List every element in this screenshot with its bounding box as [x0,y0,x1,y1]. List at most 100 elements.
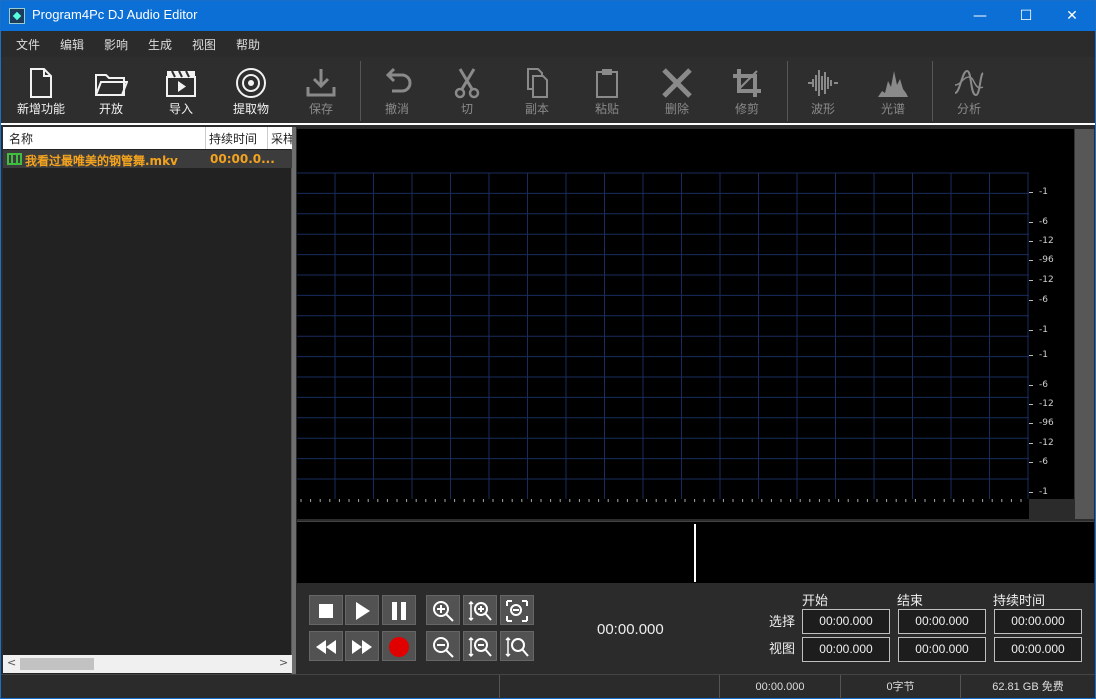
db-label: -1 [1039,325,1048,335]
close-button[interactable]: ✕ [1049,1,1095,31]
panel-splitter[interactable] [292,127,296,674]
analysis-button[interactable]: 分析 [935,63,1003,119]
zoom-in-horizontal-button[interactable] [426,595,460,625]
spectrum-button[interactable]: 光谱 [859,63,927,119]
play-button[interactable] [345,595,379,625]
analysis-curve-icon [954,69,984,97]
vertical-scrollbar[interactable] [1075,129,1094,519]
db-tick [1029,300,1033,301]
column-duration[interactable]: 持续时间 [209,130,257,147]
scroll-left-icon[interactable]: < [7,656,16,669]
app-window: Program4Pc DJ Audio Editor — ☐ ✕ 文件 编辑 影… [0,0,1096,699]
disc-icon [236,68,266,98]
selection-end-field[interactable]: 00:00.000 [898,609,986,634]
pause-button[interactable] [382,595,416,625]
copy-button[interactable]: 副本 [503,63,571,119]
extract-button[interactable]: 提取物 [217,63,285,119]
zoom-full-button[interactable] [500,631,534,661]
db-label: -6 [1039,295,1048,305]
status-free-space: 62.81 GB 免费 [960,675,1095,699]
time-ruler [297,499,1029,519]
zoom-in-icon [433,601,454,622]
scroll-right-icon[interactable]: > [279,656,288,669]
db-label: -12 [1039,275,1054,285]
stop-button[interactable] [309,595,343,625]
stop-icon [319,604,333,618]
overview-timeline[interactable] [297,521,1094,583]
db-tick [1029,355,1033,356]
status-time: 00:00.000 [719,675,840,699]
zoom-out-vertical-button[interactable] [463,631,497,661]
start-header: 开始 [802,594,829,609]
selection-start-field[interactable]: 00:00.000 [802,609,890,634]
cut-button[interactable]: 切 [433,63,501,119]
waveform-display[interactable] [297,129,1029,499]
menu-view[interactable]: 视图 [192,36,216,53]
new-button[interactable]: 新增功能 [7,63,75,119]
db-label: -1 [1039,487,1048,497]
title-bar[interactable]: Program4Pc DJ Audio Editor — ☐ ✕ [1,1,1095,31]
zoom-fit-button[interactable] [500,595,534,625]
save-button[interactable]: 保存 [287,63,355,119]
waveform-grid [297,172,1029,499]
record-button[interactable] [382,631,416,661]
zoom-out-icon [433,637,454,658]
rewind-button[interactable] [309,631,343,661]
playback-cursor[interactable] [694,524,696,582]
column-sample[interactable]: 采样 [271,130,292,147]
download-icon [306,69,336,97]
pause-icon [392,602,406,620]
menu-help[interactable]: 帮助 [236,36,260,53]
db-tick [1029,260,1033,261]
trim-button[interactable]: 修剪 [713,63,781,119]
db-label: -12 [1039,236,1054,246]
zoom-in-vertical-icon [468,600,492,622]
view-start-field[interactable]: 00:00.000 [802,637,890,662]
waveform-button[interactable]: 波形 [789,63,857,119]
db-tick [1029,492,1033,493]
column-divider[interactable] [205,127,206,149]
spectrum-icon [878,71,908,97]
column-name[interactable]: 名称 [9,130,33,147]
current-position: 00:00.000 [597,621,664,638]
db-label: -1 [1039,187,1048,197]
zoom-out-horizontal-button[interactable] [426,631,460,661]
undo-button[interactable]: 撤消 [363,63,431,119]
selection-label: 选择 [769,615,796,630]
db-label: -12 [1039,399,1054,409]
record-icon [389,637,409,657]
minimize-button[interactable]: — [957,1,1003,31]
file-list-row[interactable]: 我看过最唯美的钢管舞.mkv 00:00.0... [3,150,292,168]
menu-file[interactable]: 文件 [16,36,40,53]
db-label: -96 [1039,255,1054,265]
delete-button[interactable]: 删除 [643,63,711,119]
zoom-out-vertical-icon [468,636,492,658]
open-button[interactable]: 开放 [77,63,145,119]
window-title: Program4Pc DJ Audio Editor [32,7,198,22]
db-tick [1029,423,1033,424]
horizontal-scrollbar[interactable]: < > [3,655,292,673]
status-bytes: 0字节 [840,675,960,699]
file-list-header: 名称 持续时间 采样 [3,127,292,149]
transport-panel: 00:00.000 开始 结束 持续时间 选择 视图 00:00.000 00:… [297,585,1094,673]
view-end-field[interactable]: 00:00.000 [898,637,986,662]
fast-forward-button[interactable] [345,631,379,661]
selection-duration-field[interactable]: 00:00.000 [994,609,1082,634]
view-label: 视图 [769,642,796,657]
view-duration-field[interactable]: 00:00.000 [994,637,1082,662]
scrollbar-thumb[interactable] [20,658,94,670]
video-file-icon [7,153,22,165]
toolbar: 新增功能 开放 导入 提取物 保存 撤消 切 副本 粘贴 删除 修剪 波形 光谱… [1,57,1095,125]
db-tick [1029,192,1033,193]
column-divider[interactable] [267,127,268,149]
import-button[interactable]: 导入 [147,63,215,119]
maximize-button[interactable]: ☐ [1003,1,1049,31]
paste-button[interactable]: 粘贴 [573,63,641,119]
menu-generate[interactable]: 生成 [148,36,172,53]
zoom-in-vertical-button[interactable] [463,595,497,625]
zoom-full-icon [505,636,529,658]
delete-x-icon [662,68,692,98]
db-tick [1029,462,1033,463]
menu-edit[interactable]: 编辑 [60,36,84,53]
menu-effects[interactable]: 影响 [104,36,128,53]
